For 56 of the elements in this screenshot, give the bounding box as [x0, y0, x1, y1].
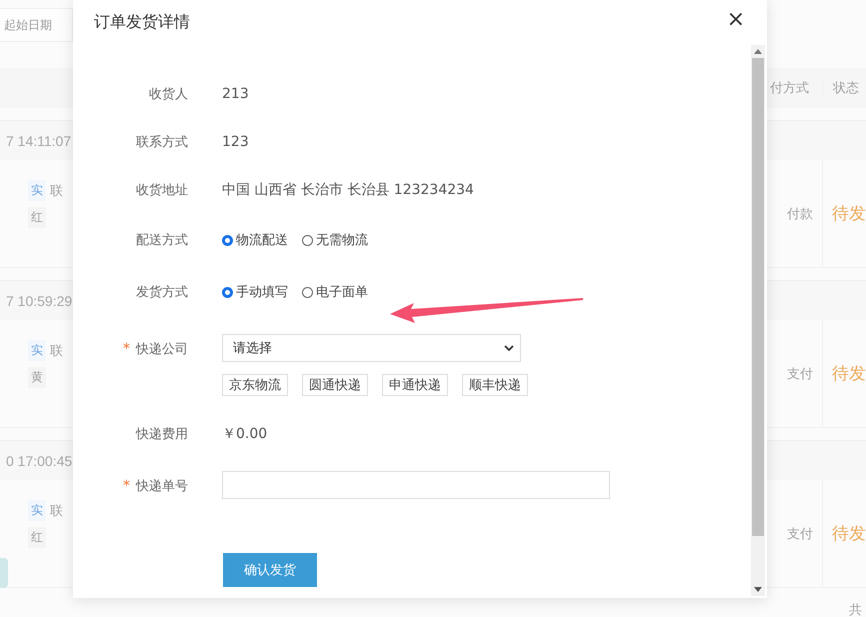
- required-mark: *: [123, 341, 130, 357]
- radio-button[interactable]: [302, 234, 313, 246]
- courier-chip[interactable]: 顺丰快递: [462, 374, 528, 396]
- field-label: 快递费用: [136, 426, 188, 443]
- select-field[interactable]: 请选择: [222, 334, 521, 362]
- variant-tag: 黄: [28, 367, 46, 388]
- courier-chip[interactable]: 京东物流: [222, 374, 288, 396]
- scrollbar[interactable]: [751, 45, 765, 596]
- order-status: 待发: [832, 523, 866, 545]
- field-label: 快递单号: [136, 478, 188, 495]
- field-label: 收货人: [149, 86, 188, 103]
- radio-button[interactable]: [302, 286, 313, 298]
- radio-button[interactable]: [222, 286, 233, 298]
- chevron-down-icon: [504, 345, 514, 351]
- courier-chip[interactable]: 申通快递: [382, 374, 448, 396]
- type-tag: 实: [28, 180, 46, 201]
- type-tag: 实: [28, 500, 46, 521]
- radio-option[interactable]: 电子面单: [302, 283, 368, 301]
- field-value: 213: [222, 86, 249, 102]
- payment-method: 支付: [787, 526, 813, 542]
- order-time: 0 17:00:45: [0, 440, 73, 480]
- footer-text: 共: [848, 602, 863, 617]
- order-status: 待发: [832, 203, 866, 225]
- courier-chip[interactable]: 圆通快递: [302, 374, 368, 396]
- variant-tag: 红: [28, 207, 46, 228]
- column-header: 付方式: [770, 80, 809, 97]
- radio-option[interactable]: 物流配送: [222, 231, 288, 249]
- field-label: 收货地址: [136, 182, 188, 199]
- field-label: 联系方式: [136, 134, 188, 151]
- column-header: 状态: [833, 80, 859, 97]
- payment-method: 付款: [787, 206, 813, 222]
- order-status: 待发: [832, 363, 866, 385]
- field-value: 中国 山西省 长治市 长治县 123234234: [222, 181, 474, 199]
- field-value: 123: [222, 134, 249, 150]
- radio-option[interactable]: 无需物流: [302, 231, 368, 249]
- input-field[interactable]: [222, 471, 610, 499]
- required-mark: *: [123, 478, 130, 494]
- order-time: 7 10:59:29: [0, 280, 73, 320]
- radio-button[interactable]: [222, 234, 233, 246]
- field-value: ￥0.00: [222, 425, 268, 443]
- scrollbar-thumb[interactable]: [752, 58, 764, 536]
- variant-tag: 红: [28, 527, 46, 548]
- field-label: 发货方式: [136, 284, 188, 301]
- order-time: 7 14:11:07: [0, 120, 73, 160]
- product-name: 联: [50, 342, 63, 360]
- product-name: 联: [50, 502, 63, 520]
- radio-option[interactable]: 手动填写: [222, 283, 288, 301]
- scroll-up-icon[interactable]: [754, 49, 762, 54]
- dialog-title: 订单发货详情: [94, 12, 190, 33]
- close-button[interactable]: ×: [722, 8, 749, 32]
- field-label: 快递公司: [136, 341, 188, 358]
- scroll-down-icon[interactable]: [754, 587, 762, 592]
- type-tag: 实: [28, 340, 46, 361]
- payment-method: 支付: [787, 366, 813, 382]
- field-label: 配送方式: [136, 232, 188, 249]
- product-name: 联: [50, 182, 63, 200]
